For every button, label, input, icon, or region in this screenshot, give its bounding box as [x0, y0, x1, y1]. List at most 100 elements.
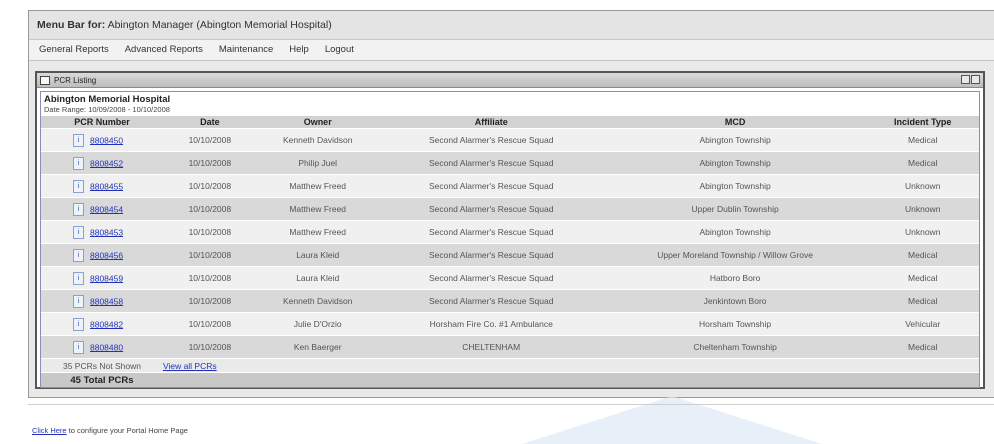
- affiliate-cell: Second Alarmer's Rescue Squad: [378, 243, 604, 267]
- pcr-number-link[interactable]: 8808452: [90, 158, 123, 168]
- pcr-cell: i 8808450: [41, 128, 163, 152]
- pcr-cell: i 8808454: [41, 197, 163, 221]
- affiliate-cell: Second Alarmer's Rescue Squad: [378, 151, 604, 175]
- incident-type-cell: Medical: [866, 266, 979, 290]
- date-cell: 10/10/2008: [162, 197, 257, 221]
- pcr-cell: i 8808459: [41, 266, 163, 290]
- menubar-label: Menu Bar for:: [37, 19, 106, 31]
- owner-cell: Julie D'Orzio: [256, 312, 379, 336]
- not-shown-row: 35 PCRs Not Shown View all PCRs: [41, 358, 979, 373]
- info-icon[interactable]: i: [73, 179, 84, 193]
- panel-header: PCR Listing: [37, 73, 983, 88]
- table-row: i 8808458 10/10/2008 Kenneth Davidson Second…: [41, 289, 979, 313]
- date-cell: 10/10/2008: [162, 128, 257, 152]
- info-icon[interactable]: i: [73, 340, 84, 354]
- menu-general-reports[interactable]: General Reports: [39, 40, 109, 60]
- col-incident-type: Incident Type: [866, 116, 979, 129]
- panel-title: PCR Listing: [54, 75, 97, 85]
- info-icon[interactable]: i: [73, 317, 84, 331]
- pcr-number-link[interactable]: 8808480: [90, 342, 123, 352]
- pcr-number-link[interactable]: 8808458: [90, 296, 123, 306]
- pcr-number-link[interactable]: 8808482: [90, 319, 123, 329]
- incident-type-cell: Medical: [866, 289, 979, 313]
- affiliate-cell: CHELTENHAM: [378, 335, 604, 359]
- menu-logout[interactable]: Logout: [325, 40, 354, 60]
- footer: Click Here to configure your Portal Home…: [32, 426, 188, 435]
- pcr-number-link[interactable]: 8808450: [90, 135, 123, 145]
- col-mcd: MCD: [603, 116, 867, 129]
- pcr-cell: i 8808482: [41, 312, 163, 336]
- date-cell: 10/10/2008: [162, 266, 257, 290]
- affiliate-cell: Second Alarmer's Rescue Squad: [378, 128, 604, 152]
- date-cell: 10/10/2008: [162, 289, 257, 313]
- affiliate-cell: Second Alarmer's Rescue Squad: [378, 174, 604, 198]
- configure-link[interactable]: Click Here: [32, 426, 67, 435]
- col-pcr-number: PCR Number: [41, 116, 163, 129]
- menu-help[interactable]: Help: [289, 40, 309, 60]
- pcr-number-link[interactable]: 8808453: [90, 227, 123, 237]
- owner-cell: Matthew Freed: [256, 174, 379, 198]
- table-row: i 8808452 10/10/2008 Philip Juel Second Alar…: [41, 151, 979, 175]
- table-header-row: PCR Number Date Owner Affiliate MCD Inci…: [41, 116, 979, 129]
- panel-controls: [961, 75, 980, 84]
- mcd-cell: Upper Moreland Township / Willow Grove: [603, 243, 867, 267]
- date-cell: 10/10/2008: [162, 151, 257, 175]
- table-row: i 8808454 10/10/2008 Matthew Freed Second Al…: [41, 197, 979, 221]
- info-icon[interactable]: i: [73, 294, 84, 308]
- owner-cell: Ken Baerger: [256, 335, 379, 359]
- table-row: i 8808453 10/10/2008 Matthew Freed Second Al…: [41, 220, 979, 244]
- info-icon[interactable]: i: [73, 248, 84, 262]
- mcd-cell: Abington Township: [603, 174, 867, 198]
- info-icon[interactable]: i: [73, 225, 84, 239]
- menubar-context: Abington Manager (Abington Memorial Hosp…: [107, 19, 332, 31]
- date-cell: 10/10/2008: [162, 220, 257, 244]
- info-icon[interactable]: i: [73, 271, 84, 285]
- pcr-number-link[interactable]: 8808454: [90, 204, 123, 214]
- pcr-number-link[interactable]: 8808455: [90, 181, 123, 191]
- owner-cell: Matthew Freed: [256, 197, 379, 221]
- info-icon[interactable]: i: [73, 156, 84, 170]
- incident-type-cell: Medical: [866, 151, 979, 175]
- menu-advanced-reports[interactable]: Advanced Reports: [125, 40, 203, 60]
- pcr-number-link[interactable]: 8808459: [90, 273, 123, 283]
- col-affiliate: Affiliate: [378, 116, 604, 129]
- nav-menu: General Reports Advanced Reports Mainten…: [29, 40, 994, 61]
- menu-maintenance[interactable]: Maintenance: [219, 40, 273, 60]
- table-row: i 8808450 10/10/2008 Kenneth Davidson Second…: [41, 128, 979, 152]
- incident-type-cell: Medical: [866, 335, 979, 359]
- owner-cell: Laura Kleid: [256, 266, 379, 290]
- not-shown-count: 35 PCRs Not Shown: [41, 358, 163, 373]
- divider: [28, 404, 994, 405]
- table-row: i 8808459 10/10/2008 Laura Kleid Second Alar…: [41, 266, 979, 290]
- window-icon[interactable]: [40, 75, 50, 85]
- col-date: Date: [162, 116, 257, 129]
- mcd-cell: Abington Township: [603, 128, 867, 152]
- info-icon[interactable]: i: [73, 202, 84, 216]
- pcr-cell: i 8808458: [41, 289, 163, 313]
- date-cell: 10/10/2008: [162, 312, 257, 336]
- pcr-listing-panel: PCR Listing Abington Memorial Hospital D…: [35, 71, 985, 389]
- close-icon[interactable]: [971, 75, 980, 84]
- pcr-cell: i 8808455: [41, 174, 163, 198]
- owner-cell: Kenneth Davidson: [256, 128, 379, 152]
- restore-icon[interactable]: [961, 75, 970, 84]
- pcr-number-link[interactable]: 8808456: [90, 250, 123, 260]
- owner-cell: Matthew Freed: [256, 220, 379, 244]
- info-icon[interactable]: i: [73, 133, 84, 147]
- table-row: i 8808455 10/10/2008 Matthew Freed Second Al…: [41, 174, 979, 198]
- affiliate-cell: Second Alarmer's Rescue Squad: [378, 289, 604, 313]
- table-row: i 8808456 10/10/2008 Laura Kleid Second Alar…: [41, 243, 979, 267]
- incident-type-cell: Unknown: [866, 220, 979, 244]
- mcd-cell: Upper Dublin Township: [603, 197, 867, 221]
- pcr-cell: i 8808480: [41, 335, 163, 359]
- mcd-cell: Cheltenham Township: [603, 335, 867, 359]
- incident-type-cell: Unknown: [866, 174, 979, 198]
- owner-cell: Kenneth Davidson: [256, 289, 379, 313]
- date-cell: 10/10/2008: [162, 335, 257, 359]
- incident-type-cell: Medical: [866, 128, 979, 152]
- mcd-cell: Abington Township: [603, 151, 867, 175]
- view-all-link[interactable]: View all PCRs: [163, 361, 217, 371]
- date-range: Date Range: 10/09/2008 - 10/10/2008: [44, 105, 170, 114]
- incident-type-cell: Vehicular: [866, 312, 979, 336]
- mcd-cell: Hatboro Boro: [603, 266, 867, 290]
